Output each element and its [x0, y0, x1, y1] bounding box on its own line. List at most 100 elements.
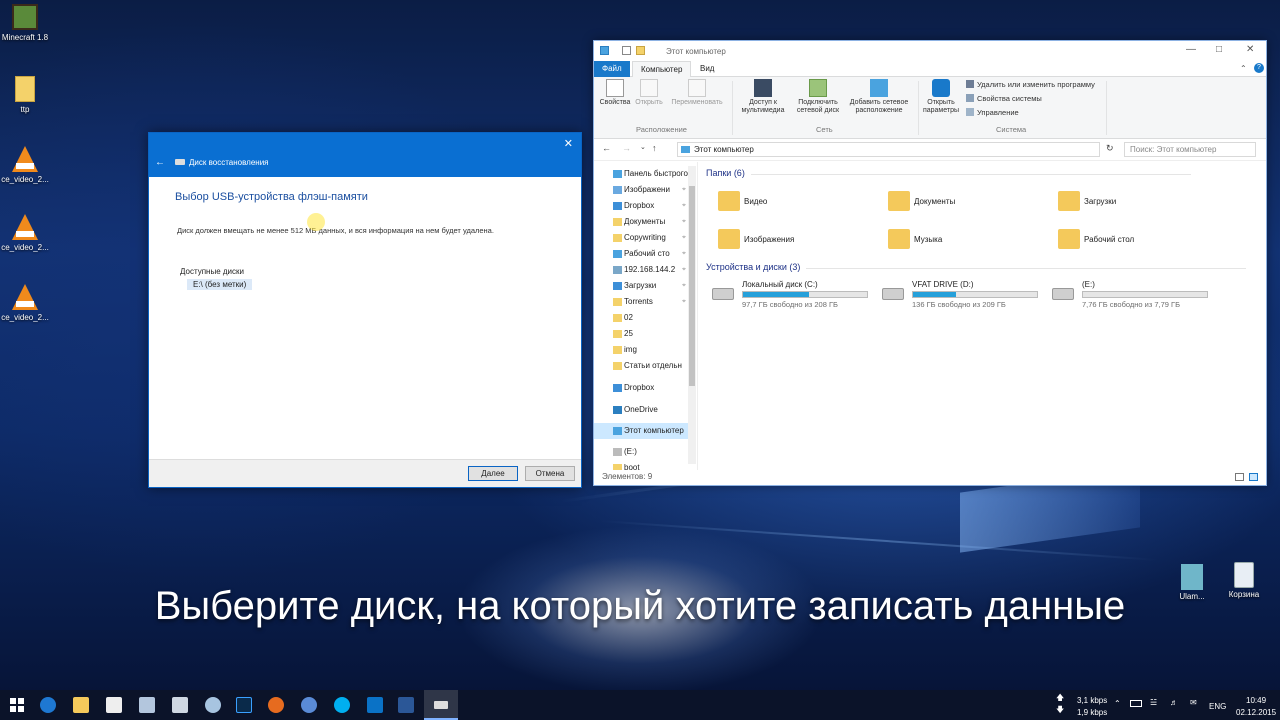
battery-icon[interactable]: [1130, 700, 1142, 707]
devices-section-header[interactable]: Устройства и диски (3): [706, 262, 1249, 272]
control-panel-icon[interactable]: [139, 697, 155, 713]
ribbon: Свойства Открыть Переименовать Расположе…: [594, 77, 1266, 139]
folder-music[interactable]: Музыка: [882, 226, 1042, 254]
recovery-drive-taskbar-button[interactable]: [424, 690, 458, 720]
desktop-icon-label: ce_video_2...: [1, 313, 49, 322]
photoshop-icon[interactable]: [236, 697, 252, 713]
folder-documents[interactable]: Документы: [882, 188, 1042, 216]
desktop-icon-video-2[interactable]: ce_video_2...: [0, 214, 50, 252]
forward-arrow-icon[interactable]: →: [622, 143, 631, 153]
word-icon[interactable]: [398, 697, 414, 713]
folder-desktop[interactable]: Рабочий стол: [1052, 226, 1212, 254]
app-icon[interactable]: [172, 697, 188, 713]
tab-view[interactable]: Вид: [692, 61, 722, 77]
tab-computer[interactable]: Компьютер: [632, 61, 692, 77]
drive-d[interactable]: VFAT DRIVE (D:) 136 ГБ свободно из 209 Г…: [878, 280, 1048, 310]
chevron-up-icon[interactable]: ⌃: [1240, 64, 1247, 73]
up-arrow-icon[interactable]: ↑: [652, 143, 657, 153]
drive-option-e[interactable]: E:\ (без метки): [187, 279, 253, 290]
ribbon-uninstall-button[interactable]: Удалить или изменить программу: [966, 80, 1095, 89]
browser-icon[interactable]: [301, 697, 317, 713]
search-input[interactable]: Поиск: Этот компьютер: [1124, 142, 1256, 157]
sidebar-item-drive-e[interactable]: (E:): [594, 444, 688, 460]
windows-drive-icon: [712, 288, 734, 300]
ribbon-properties-button[interactable]: Свойства: [598, 79, 632, 107]
folder-icon: [613, 298, 622, 306]
sidebar-item-folder-25[interactable]: 25: [594, 326, 688, 342]
ribbon-system-props-button[interactable]: Свойства системы: [966, 94, 1042, 103]
folder-video[interactable]: Видео: [712, 188, 872, 216]
chevron-up-icon[interactable]: ⌃: [1114, 699, 1121, 708]
sidebar-item-folder-02[interactable]: 02: [594, 310, 688, 326]
wifi-icon[interactable]: ☱: [1150, 698, 1157, 707]
ribbon-open-settings-button[interactable]: Открыть параметры: [920, 79, 962, 115]
scrollbar-thumb[interactable]: [689, 186, 695, 386]
ribbon-label: Открыть: [635, 99, 663, 106]
tiles-view-icon[interactable]: [1249, 473, 1258, 481]
sidebar-item-dropbox[interactable]: Dropbox ⌖: [594, 198, 688, 214]
skype-icon[interactable]: [334, 697, 350, 713]
details-view-icon[interactable]: [1235, 473, 1244, 481]
minimize-icon[interactable]: —: [1186, 44, 1196, 55]
desktop-icon-video-1[interactable]: ce_video_2...: [0, 146, 50, 184]
sidebar-item-articles[interactable]: Статьи отдельн: [594, 358, 688, 374]
sidebar-item-quick-access[interactable]: Панель быстрого: [594, 166, 688, 182]
cancel-button[interactable]: Отмена: [525, 466, 575, 481]
sidebar-item-downloads[interactable]: Загрузки ⌖: [594, 278, 688, 294]
sidebar-item-documents[interactable]: Документы ⌖: [594, 214, 688, 230]
ribbon-media-access-button[interactable]: Доступ к мультимедиа: [734, 79, 792, 115]
desktop-icon-ttp[interactable]: ttp: [0, 76, 50, 114]
sidebar-item-onedrive[interactable]: OneDrive: [594, 402, 688, 418]
close-icon[interactable]: ✕: [564, 137, 573, 150]
back-arrow-icon[interactable]: ←: [602, 143, 611, 153]
tab-file[interactable]: Файл: [594, 61, 630, 77]
start-button[interactable]: [10, 698, 24, 712]
network-icon[interactable]: [205, 697, 221, 713]
recent-chevron-icon[interactable]: ⌄: [640, 143, 646, 151]
ribbon-add-location-button[interactable]: Добавить сетевое расположение: [844, 79, 914, 115]
sidebar-item-dropbox-root[interactable]: Dropbox: [594, 380, 688, 396]
volume-icon[interactable]: ♬: [1170, 698, 1178, 707]
outlook-icon[interactable]: [367, 697, 383, 713]
edge-icon[interactable]: [40, 697, 56, 713]
file-explorer-taskbar-icon[interactable]: [73, 697, 89, 713]
maximize-icon[interactable]: □: [1216, 44, 1222, 55]
drive-c[interactable]: Локальный диск (C:) 97,7 ГБ свободно из …: [708, 280, 878, 310]
clock-time[interactable]: 10:49: [1246, 696, 1266, 705]
ribbon-map-drive-button[interactable]: Подключить сетевой диск: [792, 79, 844, 115]
help-icon[interactable]: ?: [1254, 63, 1264, 73]
address-bar[interactable]: Этот компьютер: [677, 142, 1100, 157]
next-button[interactable]: Далее: [468, 466, 518, 481]
sidebar-item-this-pc[interactable]: Этот компьютер: [594, 423, 688, 439]
store-icon[interactable]: [106, 697, 122, 713]
folder-pictures[interactable]: Изображения: [712, 226, 872, 254]
sidebar-item-pictures[interactable]: Изображени ⌖: [594, 182, 688, 198]
taskbar: 🡅 🡇 3,1 kbps 1,9 kbps ⌃ ☱ ♬ ✉ ENG 10:49 …: [0, 690, 1280, 720]
desktop-icon-minecraft[interactable]: Minecraft 1.8: [0, 4, 50, 42]
desktop-icon-label: ce_video_2...: [1, 175, 49, 184]
firefox-icon[interactable]: [268, 697, 284, 713]
folder-downloads[interactable]: Загрузки: [1052, 188, 1212, 216]
sidebar-item-desktop[interactable]: Рабочий сто ⌖: [594, 246, 688, 262]
ribbon-manage-button[interactable]: Управление: [966, 108, 1019, 117]
drive-e[interactable]: (E:) 7,76 ГБ свободно из 7,79 ГБ: [1048, 280, 1218, 310]
language-indicator[interactable]: ENG: [1209, 702, 1226, 711]
open-icon: [640, 79, 658, 97]
downloads-folder-icon: [1058, 191, 1080, 211]
sidebar-item-network-share[interactable]: 192.168.144.2 ⌖: [594, 262, 688, 278]
desktop-icon-video-3[interactable]: ce_video_2...: [0, 284, 50, 322]
refresh-icon[interactable]: ↻: [1106, 143, 1114, 154]
ribbon-open-button[interactable]: Открыть: [632, 79, 666, 107]
sidebar-item-torrents[interactable]: Torrents ⌖: [594, 294, 688, 310]
clock-date[interactable]: 02.12.2015: [1236, 708, 1276, 717]
new-folder-quick-icon[interactable]: [636, 46, 645, 55]
nav-scrollbar[interactable]: [688, 166, 696, 464]
message-icon[interactable]: ✉: [1190, 698, 1197, 707]
folders-section-header[interactable]: Папки (6): [706, 168, 1189, 178]
close-icon[interactable]: ✕: [1246, 44, 1254, 55]
sidebar-item-copywriting[interactable]: Copywriting ⌖: [594, 230, 688, 246]
back-arrow-icon[interactable]: ←: [155, 157, 165, 168]
sidebar-item-img[interactable]: img: [594, 342, 688, 358]
ribbon-rename-button[interactable]: Переименовать: [666, 79, 728, 107]
properties-quick-icon[interactable]: [622, 46, 631, 55]
